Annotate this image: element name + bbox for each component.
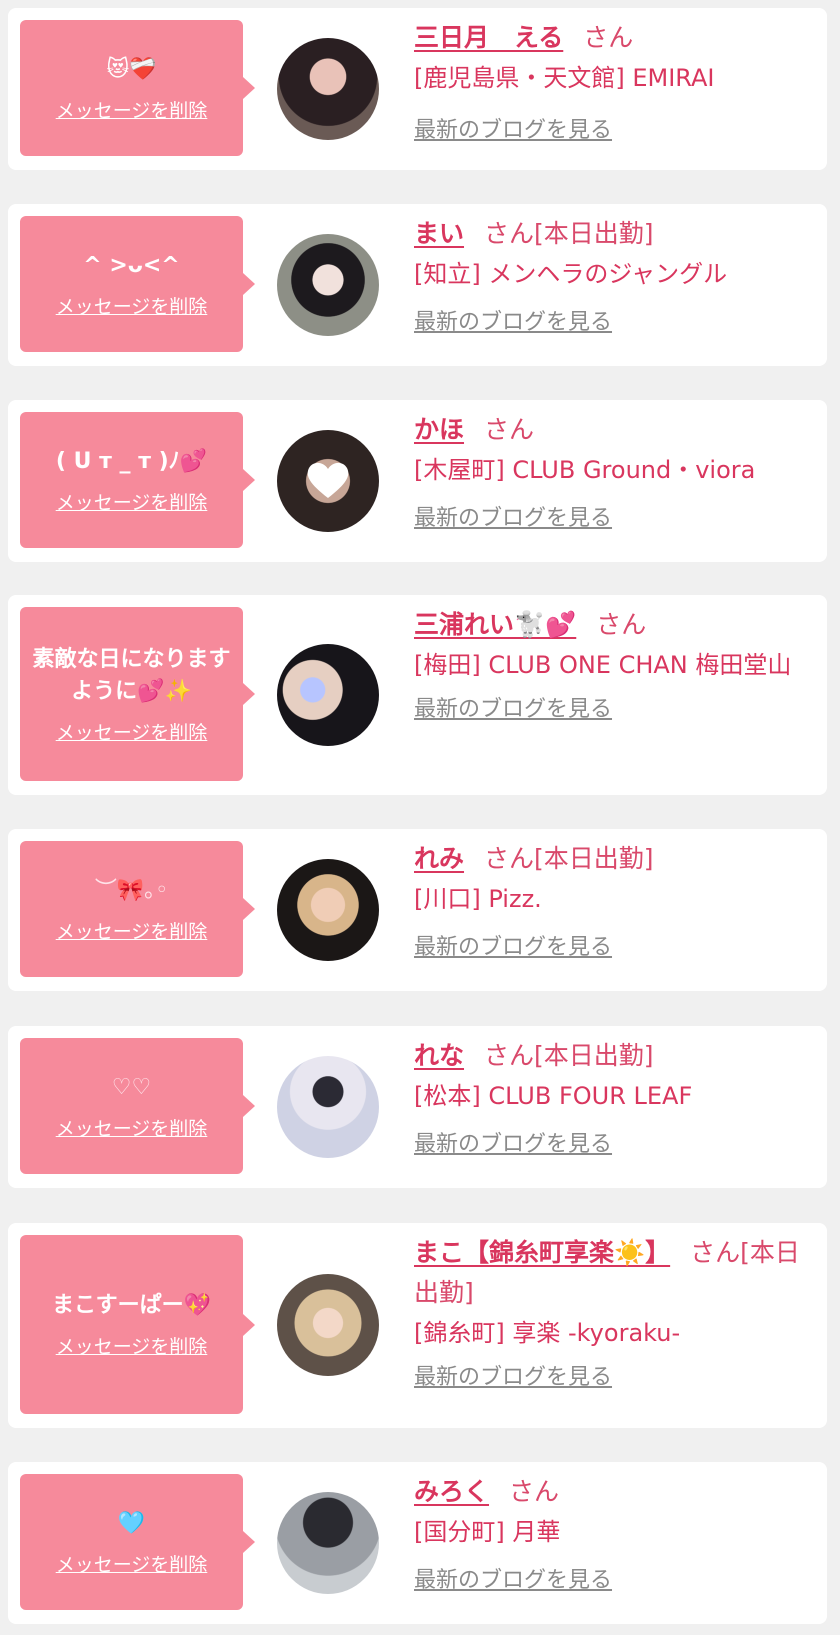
attendance-status: [本日出勤] — [534, 219, 654, 248]
avatar[interactable] — [277, 234, 379, 336]
shop-label: [知立] メンヘラのジャングル — [414, 260, 728, 288]
entry-info: まこ【錦糸町享楽☀️】 さん[本日出勤] [錦糸町] 享楽 -kyoraku- 最… — [414, 1233, 809, 1391]
entry-info: みろく さん [国分町] 月華 最新のブログを見る — [414, 1472, 809, 1594]
honorific-label: さん — [484, 415, 535, 444]
message-bubble: まこすーぱー💖 メッセージを削除 — [20, 1235, 255, 1414]
delete-message-link[interactable]: メッセージを削除 — [56, 292, 208, 319]
latest-blog-link[interactable]: 最新のブログを見る — [414, 929, 612, 961]
entry-info: 三日月 える さん [鹿児島県・天文館] EMIRAI 最新のブログを見る — [414, 18, 809, 144]
latest-blog-link[interactable]: 最新のブログを見る — [414, 112, 612, 144]
delete-message-link[interactable]: メッセージを削除 — [56, 1114, 208, 1141]
honorific-label: さん — [583, 23, 634, 52]
shop-label: [梅田] CLUB ONE CHAN 梅田堂山 — [414, 651, 792, 679]
entry-info: れみ さん[本日出勤] [川口] Pizz. 最新のブログを見る — [414, 839, 809, 961]
message-text: 😻❤️‍🩹 — [106, 56, 157, 82]
message-text: 🩵 — [117, 1510, 146, 1536]
shop-label: [木屋町] CLUB Ground・viora — [414, 456, 756, 484]
message-bubble: 🩵 メッセージを削除 — [20, 1474, 255, 1610]
delete-message-link[interactable]: メッセージを削除 — [56, 488, 208, 515]
honorific-label: さん — [484, 1041, 535, 1070]
cast-name-link[interactable]: まこ【錦糸町享楽☀️】 — [414, 1238, 670, 1267]
delete-message-link[interactable]: メッセージを削除 — [56, 1332, 208, 1359]
delete-message-link[interactable]: メッセージを削除 — [56, 917, 208, 944]
delete-message-link[interactable]: メッセージを削除 — [56, 718, 208, 745]
honorific-label: さん — [509, 1477, 560, 1506]
shop-label: [国分町] 月華 — [414, 1518, 561, 1546]
message-card: ︶🎀｡◦ メッセージを削除 れみ さん[本日出勤] [川口] Pizz. 最新のブ… — [8, 829, 827, 991]
latest-blog-link[interactable]: 最新のブログを見る — [414, 691, 612, 723]
message-text: ︶🎀｡◦ — [94, 877, 169, 903]
latest-blog-link[interactable]: 最新のブログを見る — [414, 500, 612, 532]
shop-label: [松本] CLUB FOUR LEAF — [414, 1082, 693, 1110]
message-text: ^ >ᴗ<^ — [83, 252, 180, 278]
avatar[interactable] — [277, 430, 379, 532]
honorific-label: さん — [690, 1238, 741, 1267]
message-card: 素敵な日になりますように💕✨ メッセージを削除 三浦れい🐩💕 さん [梅田] CL… — [8, 595, 827, 795]
entry-info: まい さん[本日出勤] [知立] メンヘラのジャングル 最新のブログを見る — [414, 214, 809, 336]
cast-name-link[interactable]: 三浦れい🐩💕 — [414, 610, 576, 639]
avatar[interactable] — [277, 859, 379, 961]
message-text: まこすーぱー💖 — [52, 1293, 211, 1318]
attendance-status: [本日出勤] — [534, 844, 654, 873]
cast-name-link[interactable]: まい — [414, 219, 464, 248]
message-card: ( U ᴛ _ ᴛ )ﾉ💕 メッセージを削除 かほ さん [木屋町] CLUB G… — [8, 400, 827, 562]
honorific-label: さん — [484, 219, 535, 248]
delete-message-link[interactable]: メッセージを削除 — [56, 1550, 208, 1577]
latest-blog-link[interactable]: 最新のブログを見る — [414, 1562, 612, 1594]
avatar[interactable] — [277, 1492, 379, 1594]
avatar[interactable] — [277, 38, 379, 140]
latest-blog-link[interactable]: 最新のブログを見る — [414, 304, 612, 336]
attendance-status: [本日出勤] — [534, 1041, 654, 1070]
message-bubble: 素敵な日になりますように💕✨ メッセージを削除 — [20, 607, 255, 781]
message-bubble: ♡♡ メッセージを削除 — [20, 1038, 255, 1174]
message-bubble: ^ >ᴗ<^ メッセージを削除 — [20, 216, 255, 352]
heart-icon — [307, 462, 349, 498]
entry-info: かほ さん [木屋町] CLUB Ground・viora 最新のブログを見る — [414, 410, 809, 532]
entry-info: 三浦れい🐩💕 さん [梅田] CLUB ONE CHAN 梅田堂山 最新のブログを… — [414, 605, 809, 723]
message-list: 😻❤️‍🩹 メッセージを削除 三日月 える さん [鹿児島県・天文館] EMIRA… — [0, 0, 840, 1635]
avatar[interactable] — [277, 644, 379, 746]
message-bubble: ( U ᴛ _ ᴛ )ﾉ💕 メッセージを削除 — [20, 412, 255, 548]
message-card: ^ >ᴗ<^ メッセージを削除 まい さん[本日出勤] [知立] メンヘラのジャン… — [8, 204, 827, 366]
shop-label: [川口] Pizz. — [414, 885, 542, 913]
avatar[interactable] — [277, 1274, 379, 1376]
avatar[interactable] — [277, 1056, 379, 1158]
latest-blog-link[interactable]: 最新のブログを見る — [414, 1126, 612, 1158]
message-card: ♡♡ メッセージを削除 れな さん[本日出勤] [松本] CLUB FOUR LE… — [8, 1026, 827, 1188]
honorific-label: さん — [596, 610, 647, 639]
honorific-label: さん — [484, 844, 535, 873]
message-text: 素敵な日になりますように💕✨ — [32, 646, 231, 704]
cast-name-link[interactable]: みろく — [414, 1477, 489, 1506]
message-bubble: 😻❤️‍🩹 メッセージを削除 — [20, 20, 255, 156]
delete-message-link[interactable]: メッセージを削除 — [56, 96, 208, 123]
message-text: ♡♡ — [111, 1074, 152, 1100]
cast-name-link[interactable]: 三日月 える — [414, 23, 563, 52]
cast-name-link[interactable]: かほ — [414, 415, 464, 444]
cast-name-link[interactable]: れみ — [414, 844, 464, 873]
message-card: 😻❤️‍🩹 メッセージを削除 三日月 える さん [鹿児島県・天文館] EMIRA… — [8, 8, 827, 170]
message-card: まこすーぱー💖 メッセージを削除 まこ【錦糸町享楽☀️】 さん[本日出勤] [錦糸… — [8, 1223, 827, 1428]
message-bubble: ︶🎀｡◦ メッセージを削除 — [20, 841, 255, 977]
latest-blog-link[interactable]: 最新のブログを見る — [414, 1359, 612, 1391]
shop-label: [鹿児島県・天文館] EMIRAI — [414, 64, 715, 92]
message-card: 🩵 メッセージを削除 みろく さん [国分町] 月華 最新のブログを見る — [8, 1462, 827, 1624]
cast-name-link[interactable]: れな — [414, 1041, 464, 1070]
message-text: ( U ᴛ _ ᴛ )ﾉ💕 — [55, 448, 208, 474]
shop-label: [錦糸町] 享楽 -kyoraku- — [414, 1319, 681, 1347]
entry-info: れな さん[本日出勤] [松本] CLUB FOUR LEAF 最新のブログを見る — [414, 1036, 809, 1158]
